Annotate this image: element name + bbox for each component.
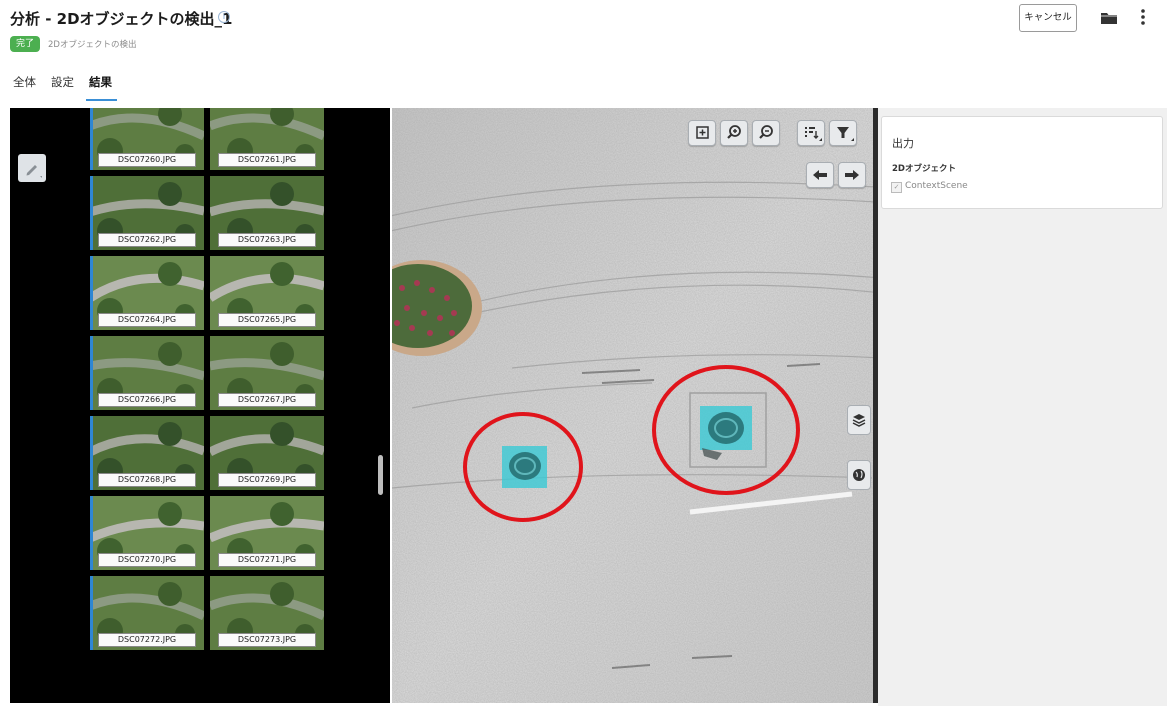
thumbnail-label: DSC07270.JPG (98, 553, 196, 567)
thumbnail-panel[interactable]: DSC07260.JPG DSC07261.JPG DSC07262.JPG DSC0… (10, 108, 390, 703)
filter-button[interactable] (829, 120, 857, 146)
tab-results[interactable]: 結果 (89, 74, 112, 90)
layers-icon (852, 414, 866, 427)
thumbnail-item[interactable]: DSC07266.JPG (90, 336, 204, 410)
output-title: 出力 (892, 137, 914, 150)
thumbnail-label: DSC07267.JPG (218, 393, 316, 407)
detection-circle (463, 412, 583, 522)
panel-splitter-handle[interactable] (378, 455, 383, 495)
selection-indicator (90, 108, 93, 170)
more-options-icon[interactable] (1140, 8, 1146, 26)
selection-indicator (90, 176, 93, 250)
thumbnail-item[interactable]: DSC07271.JPG (210, 496, 324, 570)
thumbnail-label: DSC07266.JPG (98, 393, 196, 407)
sort-button[interactable] (797, 120, 825, 146)
next-image-button[interactable] (838, 162, 866, 188)
selection-indicator (90, 416, 93, 490)
zoom-out-button[interactable] (752, 120, 780, 146)
fit-view-icon (696, 126, 709, 139)
thumbnail-label: DSC07262.JPG (98, 233, 196, 247)
selection-indicator (90, 336, 93, 410)
detection-circle (652, 365, 800, 495)
thumbnail-item[interactable]: DSC07270.JPG (90, 496, 204, 570)
thumbnail-label: DSC07273.JPG (218, 633, 316, 647)
thumbnail-label: DSC07268.JPG (98, 473, 196, 487)
info-icon[interactable]: i (218, 11, 230, 23)
pencil-icon (26, 165, 42, 178)
page-subtitle: 2Dオブジェクトの検出 (48, 40, 137, 50)
folder-icon[interactable] (1101, 10, 1117, 24)
arrow-left-icon (813, 170, 827, 180)
active-tab-indicator (86, 99, 117, 101)
page-title: 分析 - 2Dオブジェクトの検出_1 (10, 10, 233, 28)
tab-overview[interactable]: 全体 (13, 74, 36, 90)
fit-view-button[interactable] (688, 120, 716, 146)
zoom-in-button[interactable] (720, 120, 748, 146)
thumbnail-item[interactable]: DSC07260.JPG (90, 108, 204, 170)
thumbnail-item[interactable]: DSC07265.JPG (210, 256, 324, 330)
cancel-button[interactable]: キャンセル (1019, 4, 1077, 32)
thumbnail-item[interactable]: DSC07269.JPG (210, 416, 324, 490)
filter-icon (837, 127, 854, 141)
globe-icon (853, 469, 865, 481)
status-badge: 完了 (10, 36, 41, 52)
thumbnail-item[interactable]: DSC07268.JPG (90, 416, 204, 490)
selection-indicator (90, 256, 93, 330)
thumbnail-label: DSC07260.JPG (98, 153, 196, 167)
globe-button[interactable] (847, 460, 871, 490)
thumbnail-label: DSC07263.JPG (218, 233, 316, 247)
contextscene-checkbox[interactable]: ✓ (891, 182, 902, 193)
thumbnail-label: DSC07269.JPG (218, 473, 316, 487)
thumbnail-label: DSC07271.JPG (218, 553, 316, 567)
image-viewer[interactable] (392, 108, 878, 703)
thumbnail-item[interactable]: DSC07267.JPG (210, 336, 324, 410)
thumbnail-item[interactable]: DSC07273.JPG (210, 576, 324, 650)
thumbnail-label: DSC07272.JPG (98, 633, 196, 647)
zoom-out-icon (759, 125, 773, 139)
zoom-in-icon (727, 125, 741, 139)
thumbnail-item[interactable]: DSC07263.JPG (210, 176, 324, 250)
previous-image-button[interactable] (806, 162, 834, 188)
layers-button[interactable] (847, 405, 871, 435)
thumbnail-item[interactable]: DSC07261.JPG (210, 108, 324, 170)
detection-overlay (463, 365, 800, 522)
thumbnail-item[interactable]: DSC07264.JPG (90, 256, 204, 330)
thumbnail-item[interactable]: DSC07262.JPG (90, 176, 204, 250)
thumbnail-label: DSC07261.JPG (218, 153, 316, 167)
contextscene-label: ContextScene (905, 181, 968, 191)
arrow-right-icon (845, 170, 859, 180)
tab-settings[interactable]: 設定 (51, 74, 74, 90)
thumbnail-label: DSC07264.JPG (98, 313, 196, 327)
selection-indicator (90, 576, 93, 650)
sort-icon (805, 127, 822, 141)
selection-indicator (90, 496, 93, 570)
edit-button[interactable] (18, 154, 46, 182)
thumbnail-item[interactable]: DSC07272.JPG (90, 576, 204, 650)
thumbnail-label: DSC07265.JPG (218, 313, 316, 327)
output-section-label: 2Dオブジェクト (892, 164, 956, 174)
